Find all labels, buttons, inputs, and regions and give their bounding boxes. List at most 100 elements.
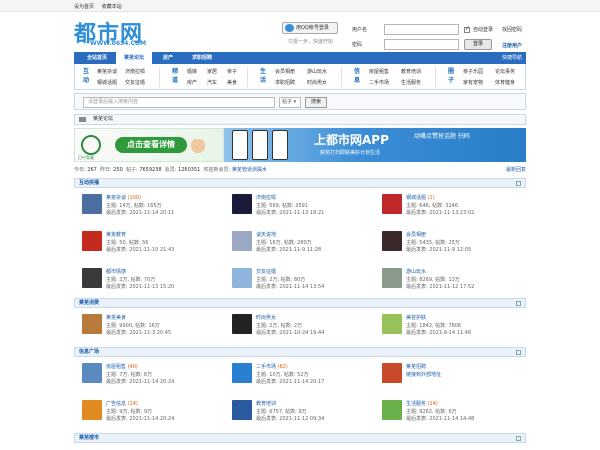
home-icon[interactable] [79, 117, 86, 122]
last-post-time[interactable]: 最后发表: 2021-11-9 12:05 [406, 246, 471, 253]
section-header[interactable]: 信息广场 [74, 347, 526, 357]
last-post-time[interactable]: 最后发表: 2021-11-12 09:34 [256, 415, 324, 422]
last-post-time[interactable]: 最后发表: 2021-11-14 13:54 [256, 283, 324, 290]
category-link[interactable]: 房屋租售 [369, 68, 389, 75]
remember-checkbox[interactable] [464, 25, 470, 33]
category-link[interactable]: 交友征婚 [125, 79, 145, 86]
collapse-toggle-icon[interactable] [516, 436, 521, 441]
category-link[interactable]: 亲子乐园 [463, 68, 483, 75]
external-link[interactable]: 链接到外部地址 [406, 371, 441, 378]
nav-item-house[interactable]: 房产 [156, 52, 180, 64]
forum-thumbnail[interactable] [82, 231, 102, 251]
forum-thumbnail[interactable] [382, 231, 402, 251]
search-button[interactable]: 搜索 [305, 97, 327, 108]
category-link[interactable]: 婚嫁 [187, 68, 197, 75]
bookmark-link[interactable]: 收藏本站 [102, 4, 122, 10]
nav-item-home[interactable]: 全站首页 [80, 52, 114, 64]
qq-login-button[interactable]: 用QQ帐号登录 [282, 22, 338, 34]
category-link[interactable]: 游山玩水 [307, 68, 327, 75]
forum-title-link[interactable]: 时尚男女 [256, 314, 276, 321]
category-link[interactable]: 房产 [187, 79, 197, 86]
forum-title-link[interactable]: 莱芜杂谈 (100) [106, 194, 141, 201]
category-link[interactable]: 会员相册 [275, 68, 295, 75]
collapse-toggle-icon[interactable] [516, 301, 521, 306]
last-post-time[interactable]: 最后发表: 2021-10-24 19:44 [256, 329, 324, 336]
category-link[interactable]: 家有宠物 [463, 79, 483, 86]
forum-title-link[interactable]: 谈天说地 [256, 231, 276, 238]
last-post-time[interactable]: 最后发表: 2021-11-10 21:43 [106, 246, 174, 253]
forum-thumbnail[interactable] [82, 194, 102, 214]
category-link[interactable]: 论坛事务 [495, 68, 515, 75]
forum-thumbnail[interactable] [232, 314, 252, 334]
latest-replies-link[interactable]: 最新回复 [506, 166, 526, 173]
forum-thumbnail[interactable] [232, 194, 252, 214]
forum-title-link[interactable]: 济南拉呱 [256, 194, 276, 201]
category-link[interactable]: 求职招聘 [275, 79, 295, 86]
forum-title-link[interactable]: 房屋租售 (40) [106, 363, 138, 370]
forum-title-link[interactable]: 二手市场 (62) [256, 363, 288, 370]
forum-title-link[interactable]: 莱芜招聘 [406, 363, 426, 370]
forum-thumbnail[interactable] [232, 400, 252, 420]
forum-thumbnail[interactable] [382, 314, 402, 334]
category-link[interactable]: 钢城话题 [97, 79, 117, 86]
site-logo[interactable]: 都市网 WWW.0634.COM [74, 16, 156, 48]
category-link[interactable]: 生活服务 [401, 79, 421, 86]
forum-title-link[interactable]: 教育培训 [256, 400, 276, 407]
forum-title-link[interactable]: 交友征婚 [256, 268, 276, 275]
category-link[interactable]: 家居 [207, 68, 217, 75]
ad-banner-app[interactable]: 上都市网APP 获奖打扫即获美好计划生活 动嘴点赞抢话题 扫码 [224, 128, 526, 162]
category-link[interactable]: 美食 [227, 79, 237, 86]
last-post-time[interactable]: 最后发表: 2021-11-13 18:21 [256, 209, 324, 216]
forum-thumbnail[interactable] [382, 194, 402, 214]
collapse-toggle-icon[interactable] [516, 350, 521, 355]
forum-title-link[interactable]: 美容护肤 [406, 314, 426, 321]
forum-thumbnail[interactable] [382, 268, 402, 288]
forum-title-link[interactable]: 莱芜教育 [106, 231, 126, 238]
last-post-time[interactable]: 最后发表: 2021-11-12 17:52 [406, 283, 474, 290]
forum-thumbnail[interactable] [82, 363, 102, 383]
category-link[interactable]: 汽车 [207, 79, 217, 86]
quick-nav-button[interactable]: 快捷导航 [502, 52, 522, 64]
forum-thumbnail[interactable] [232, 268, 252, 288]
breadcrumb-forum[interactable]: 莱芜论坛 [93, 116, 113, 122]
forum-title-link[interactable]: 会员相册 [406, 231, 426, 238]
last-post-time[interactable]: 最后发表: 2021-11-14 20:17 [256, 378, 324, 385]
section-header[interactable]: 莱芜消费 [74, 298, 526, 308]
forum-title-link[interactable]: 游山玩水 [406, 268, 426, 275]
forum-thumbnail[interactable] [232, 363, 252, 383]
last-post-time[interactable]: 最后发表: 2021-9-14 11:46 [406, 329, 471, 336]
forum-title-link[interactable]: 莱芜美食 [106, 314, 126, 321]
forum-thumbnail[interactable] [382, 363, 402, 383]
forum-thumbnail[interactable] [82, 314, 102, 334]
last-post-time[interactable]: 最后发表: 2021-11-13 23:02 [406, 209, 474, 216]
category-link[interactable]: 莱芜杂谈 [97, 68, 117, 75]
section-header[interactable]: 莱芜楼市 [74, 433, 526, 443]
category-link[interactable]: 教育培训 [401, 68, 421, 75]
category-link[interactable]: 时尚男女 [307, 79, 327, 86]
last-post-time[interactable]: 最后发表: 2021-11-3 20:45 [106, 329, 171, 336]
last-post-time[interactable]: 最后发表: 2021-11-14 20:24 [106, 378, 174, 385]
forum-thumbnail[interactable] [382, 400, 402, 420]
set-home-link[interactable]: 设为首页 [74, 4, 94, 10]
forum-thumbnail[interactable] [232, 231, 252, 251]
category-link[interactable]: 体育健身 [495, 79, 515, 86]
search-type-select[interactable]: 帖子 ▾ [279, 97, 301, 108]
forum-thumbnail[interactable] [82, 268, 102, 288]
forum-title-link[interactable]: 广告信息 (14) [106, 400, 138, 407]
last-post-time[interactable]: 最后发表: 2021-11-9 11:28 [256, 246, 321, 253]
category-link[interactable]: 二手市场 [369, 79, 389, 86]
last-post-time[interactable]: 最后发表: 2021-11-13 15:20 [106, 283, 174, 290]
forum-title-link[interactable]: 钢城话题 (1) [406, 194, 435, 201]
ad-banner-driving[interactable]: 日兴驾驶 点击查看详情 [74, 128, 224, 162]
newest-member-link[interactable]: 莱芜管道测漏水 [232, 167, 267, 173]
search-input[interactable]: 请登录后输入搜索内容 [83, 97, 275, 108]
last-post-time[interactable]: 最后发表: 2021-11-14 14:48 [406, 415, 474, 422]
category-link[interactable]: 亲子 [227, 68, 237, 75]
last-post-time[interactable]: 最后发表: 2021-11-14 20:11 [106, 209, 174, 216]
forum-title-link[interactable]: 都市情感 [106, 268, 126, 275]
category-link[interactable]: 济南拉呱 [125, 68, 145, 75]
nav-item-jobs[interactable]: 求职招聘 [184, 52, 220, 64]
collapse-toggle-icon[interactable] [516, 181, 521, 186]
find-password-link[interactable]: 找回密码 [502, 22, 522, 38]
forum-thumbnail[interactable] [82, 400, 102, 420]
